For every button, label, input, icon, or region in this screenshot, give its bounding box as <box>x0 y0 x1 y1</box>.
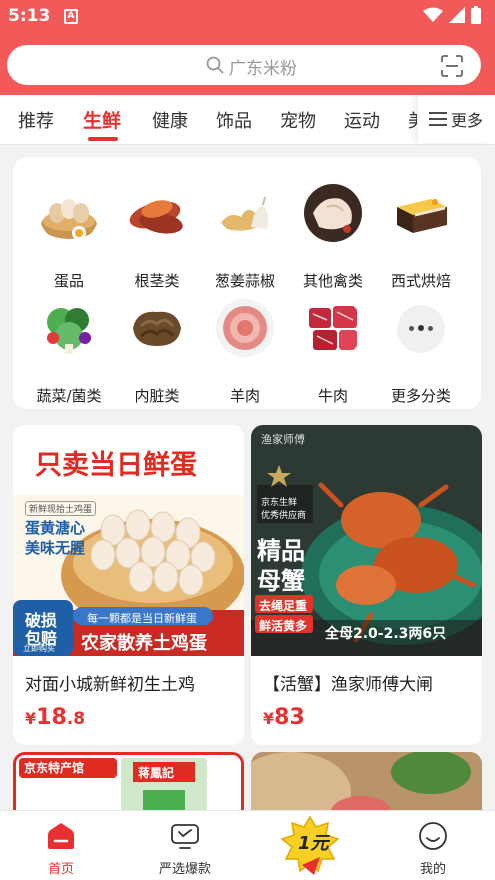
peek-brand: 蒋鳳記 <box>138 766 175 780</box>
wifi-icon <box>423 7 443 22</box>
category-label: 内脏类 <box>134 387 180 405</box>
banner-tag-2: 鲜活黄多 <box>259 619 308 633</box>
price-integer: 18 <box>36 705 67 730</box>
battery-icon <box>471 6 481 24</box>
product-title: 对面小城新鲜初生土鸡 <box>25 675 195 695</box>
price-currency: ¥ <box>25 709 37 728</box>
search-bar[interactable]: 广东米粉 <box>7 45 481 85</box>
price-currency: ¥ <box>263 709 275 728</box>
menu-icon <box>429 112 447 126</box>
more-dots-icon <box>397 305 445 353</box>
category-poultry[interactable]: 其他禽类 <box>289 175 377 290</box>
cake-icon <box>397 199 447 233</box>
banner-badge-action: 立即购买 <box>23 644 55 653</box>
product-price: ¥18.8 <box>25 705 85 730</box>
category-lamb[interactable]: 羊肉 <box>201 290 289 405</box>
banner-headline-2: 母蟹 <box>257 567 305 595</box>
status-bar: 5:13 A <box>0 0 495 34</box>
home-icon <box>48 823 74 849</box>
vegetables-icon <box>47 308 91 354</box>
subcategory-grid: 蛋品 根茎类 葱姜蒜椒 其他禽类 西式烘焙 蔬菜/菌类 内脏类 羊肉 牛肉 更多… <box>13 157 481 409</box>
one-yuan-label: 1元 <box>298 833 329 854</box>
ginger-garlic-icon <box>221 196 269 231</box>
banner-tag: 新鲜现拾土鸡蛋 <box>25 501 97 516</box>
category-root-vegetables[interactable]: 根茎类 <box>113 175 201 290</box>
banner-ribbon: 每一颗都是当日新鲜蛋 <box>87 612 197 625</box>
lamb-icon <box>216 299 274 357</box>
nav-one-yuan[interactable]: 1元 <box>256 811 366 880</box>
nav-label: 首页 <box>47 862 74 877</box>
peek-badge: 京东特产馆 <box>24 761 85 775</box>
signal-icon <box>449 7 465 23</box>
nav-profile[interactable]: 我的 <box>378 811 488 880</box>
banner-tag-1: 去绳足重 <box>259 599 308 613</box>
bottom-navigation: 首页 严选爆款 1元 我的 <box>0 810 495 880</box>
search-icon <box>206 56 224 74</box>
sweet-potato-icon <box>129 200 183 234</box>
eggs-icon <box>41 199 97 240</box>
profile-icon <box>419 822 447 850</box>
tab-pets[interactable]: 宠物 <box>280 107 316 133</box>
price-integer: 83 <box>274 705 305 730</box>
category-offal[interactable]: 内脏类 <box>113 290 201 405</box>
banner-headline: 只卖当日鲜蛋 <box>35 450 197 481</box>
header: 5:13 A 广东米粉 <box>0 0 495 95</box>
search-placeholder: 广东米粉 <box>229 59 297 79</box>
poultry-icon <box>304 184 362 242</box>
banner-footer: 农家散养土鸡蛋 <box>81 633 207 654</box>
product-price: ¥83 <box>263 705 305 730</box>
banner-line1: 蛋黄溏心 <box>25 519 86 537</box>
banner-line2: 美味无腥 <box>25 539 86 557</box>
category-more[interactable]: 更多分类 <box>377 290 465 405</box>
tab-fresh[interactable]: 生鲜 <box>83 106 121 133</box>
category-label: 蔬菜/菌类 <box>36 387 102 405</box>
banner-supplier-1: 京东生鲜 <box>261 498 298 508</box>
category-vegetables-mushrooms[interactable]: 蔬菜/菌类 <box>25 290 113 405</box>
nav-home[interactable]: 首页 <box>6 811 116 880</box>
tv-icon <box>171 824 199 849</box>
more-label: 更多 <box>451 111 484 130</box>
product-title: 【活蟹】渔家师傅大闸 <box>263 675 433 695</box>
category-label: 蛋品 <box>53 272 84 290</box>
category-label: 羊肉 <box>229 387 260 405</box>
category-beef[interactable]: 牛肉 <box>289 290 377 405</box>
offal-icon <box>133 311 181 346</box>
category-label: 其他禽类 <box>302 272 363 290</box>
nav-label: 严选爆款 <box>158 862 211 877</box>
banner-brand: 渔家师傅 <box>261 433 305 446</box>
nav-label: 我的 <box>419 862 446 877</box>
product-card[interactable]: 只卖当日鲜蛋 新鲜现拾土鸡蛋 蛋黄溏心 美味无腥 破损 包赔 立即购买 每一颗都… <box>13 425 244 745</box>
category-label: 根茎类 <box>134 272 180 290</box>
category-eggs[interactable]: 蛋品 <box>25 175 113 290</box>
category-western-bakery[interactable]: 西式烘焙 <box>377 175 465 290</box>
category-label: 牛肉 <box>317 387 348 405</box>
beef-icon <box>309 306 357 350</box>
category-label: 西式烘焙 <box>390 272 451 290</box>
status-time: 5:13 <box>8 6 51 26</box>
tab-sports[interactable]: 运动 <box>344 107 380 133</box>
tab-accessories[interactable]: 饰品 <box>216 107 252 133</box>
category-aromatics[interactable]: 葱姜蒜椒 <box>201 175 289 290</box>
more-tabs-button[interactable]: 更多 <box>417 95 495 143</box>
app-notification-icon: A <box>64 9 78 24</box>
category-label: 更多分类 <box>390 387 451 405</box>
product-card[interactable]: 渔家师傅 京东生鲜 优秀供应商 精品 母蟹 去绳足重 鲜活黄多 全母2.0-2.… <box>251 425 482 745</box>
nav-hot-picks[interactable]: 严选爆款 <box>130 811 240 880</box>
category-tabs: 推荐 生鲜 健康 饰品 宠物 运动 美 更多 <box>0 95 495 145</box>
category-label: 葱姜蒜椒 <box>214 272 275 290</box>
status-icons <box>423 6 481 24</box>
tab-recommend[interactable]: 推荐 <box>18 107 54 133</box>
price-decimal: .8 <box>66 709 86 729</box>
tab-health[interactable]: 健康 <box>152 107 188 133</box>
banner-spec: 全母2.0-2.3两6只 <box>325 626 447 642</box>
banner-supplier-2: 优秀供应商 <box>261 511 307 521</box>
active-tab-indicator <box>88 137 118 141</box>
scan-icon[interactable] <box>441 55 463 77</box>
